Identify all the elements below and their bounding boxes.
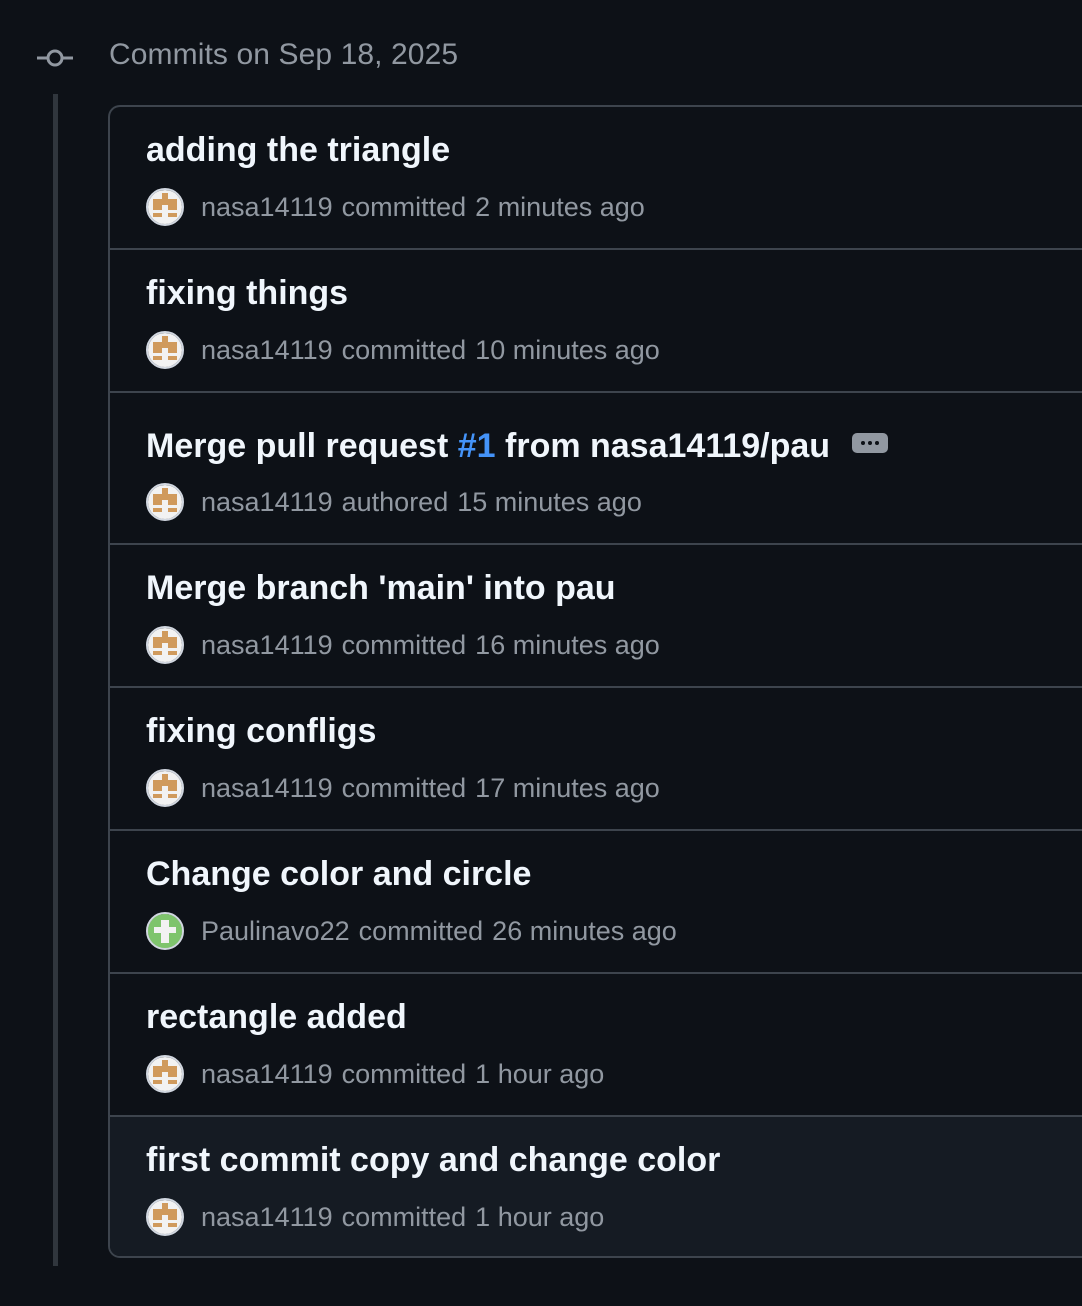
author-link[interactable]: nasa14119 xyxy=(201,192,333,223)
identicon-image xyxy=(148,628,182,662)
commit-row: Merge pull request #1 from nasa14119/pau… xyxy=(110,393,1082,545)
commit-meta: nasa14119 committed 10 minutes ago xyxy=(146,331,660,369)
commit-title-link[interactable]: Merge branch 'main' into pau xyxy=(146,569,616,608)
author-link[interactable]: nasa14119 xyxy=(201,1059,333,1090)
author-link[interactable]: nasa14119 xyxy=(201,487,333,518)
avatar[interactable] xyxy=(146,331,184,369)
commit-row: adding the triangle nasa14119 committed … xyxy=(110,107,1082,250)
commit-verb: committed xyxy=(341,334,467,365)
avatar[interactable] xyxy=(146,188,184,226)
commit-title: Merge pull request #1 from nasa14119/pau xyxy=(146,427,889,466)
avatar[interactable] xyxy=(146,626,184,664)
commit-title-link[interactable]: first commit copy and change color xyxy=(146,1141,720,1180)
commit-title-link[interactable]: adding the triangle xyxy=(146,131,450,170)
commit-title-link[interactable]: fixing confligs xyxy=(146,712,376,751)
author-link[interactable]: nasa14119 xyxy=(201,1202,333,1233)
commit-meta: nasa14119 committed 17 minutes ago xyxy=(146,769,660,807)
commit-title-link[interactable]: from nasa14119/pau xyxy=(496,427,830,466)
commit-time: 15 minutes ago xyxy=(457,486,642,517)
commit-time: 1 hour ago xyxy=(475,1058,605,1089)
identicon-image xyxy=(148,914,182,948)
commit-row: first commit copy and change color nasa1… xyxy=(110,1117,1082,1256)
ellipsis-dot xyxy=(875,440,880,445)
commit-history-page: Commits on Sep 18, 2025 adding the trian… xyxy=(0,0,1082,1306)
identicon-image xyxy=(148,485,182,519)
commit-time: 26 minutes ago xyxy=(492,915,677,946)
commit-verb: committed xyxy=(341,1201,467,1232)
identicon-image xyxy=(148,1057,182,1091)
commit-verb: committed xyxy=(341,1058,467,1089)
pull-request-link[interactable]: #1 xyxy=(458,427,496,466)
commit-row: fixing confligs nasa14119 committed 17 m… xyxy=(110,688,1082,831)
commit-meta: nasa14119 committed 1 hour ago xyxy=(146,1055,604,1093)
commit-meta: nasa14119 committed 1 hour ago xyxy=(146,1198,604,1236)
author-link[interactable]: nasa14119 xyxy=(201,773,333,804)
commit-title-link[interactable]: fixing things xyxy=(146,274,348,313)
commit-time: 2 minutes ago xyxy=(475,191,645,222)
commit-group-heading: Commits on Sep 18, 2025 xyxy=(109,38,459,71)
commit-title-link[interactable]: Merge pull request xyxy=(146,427,458,466)
identicon-image xyxy=(148,190,182,224)
commit-row: fixing things nasa14119 committed 10 min… xyxy=(110,250,1082,393)
author-link[interactable]: nasa14119 xyxy=(201,335,333,366)
commit-meta: nasa14119 committed 16 minutes ago xyxy=(146,626,660,664)
avatar[interactable] xyxy=(146,1055,184,1093)
commit-meta: nasa14119 committed 2 minutes ago xyxy=(146,188,645,226)
commit-row: rectangle added nasa14119 committed 1 ho… xyxy=(110,974,1082,1117)
author-link[interactable]: Paulinavo22 xyxy=(201,916,350,947)
avatar[interactable] xyxy=(146,483,184,521)
identicon-image xyxy=(148,1200,182,1234)
commit-meta: Paulinavo22 committed 26 minutes ago xyxy=(146,912,677,950)
commit-time: 10 minutes ago xyxy=(475,334,660,365)
commit-verb: authored xyxy=(341,486,449,517)
avatar[interactable] xyxy=(146,1198,184,1236)
commit-title-link[interactable]: Change color and circle xyxy=(146,855,531,894)
author-link[interactable]: nasa14119 xyxy=(201,630,333,661)
commit-verb: committed xyxy=(341,772,467,803)
ellipsis-dot xyxy=(861,440,866,445)
ellipsis-dot xyxy=(868,440,873,445)
commit-verb: committed xyxy=(358,915,484,946)
git-commit-icon xyxy=(37,49,73,67)
commit-row: Merge branch 'main' into pau nasa14119 c… xyxy=(110,545,1082,688)
identicon-image xyxy=(148,333,182,367)
commit-list: adding the triangle nasa14119 committed … xyxy=(108,105,1082,1258)
commit-time: 1 hour ago xyxy=(475,1201,605,1232)
expand-message-button[interactable] xyxy=(852,432,889,453)
commit-time: 17 minutes ago xyxy=(475,772,660,803)
commit-verb: committed xyxy=(341,629,467,660)
commit-title-link[interactable]: rectangle added xyxy=(146,998,407,1037)
commit-verb: committed xyxy=(341,191,467,222)
timeline-line xyxy=(53,94,58,1266)
avatar[interactable] xyxy=(146,912,184,950)
commit-row: Change color and circle Paulinavo22 comm… xyxy=(110,831,1082,974)
commit-meta: nasa14119 authored 15 minutes ago xyxy=(146,483,642,521)
commit-time: 16 minutes ago xyxy=(475,629,660,660)
avatar[interactable] xyxy=(146,769,184,807)
identicon-image xyxy=(148,771,182,805)
